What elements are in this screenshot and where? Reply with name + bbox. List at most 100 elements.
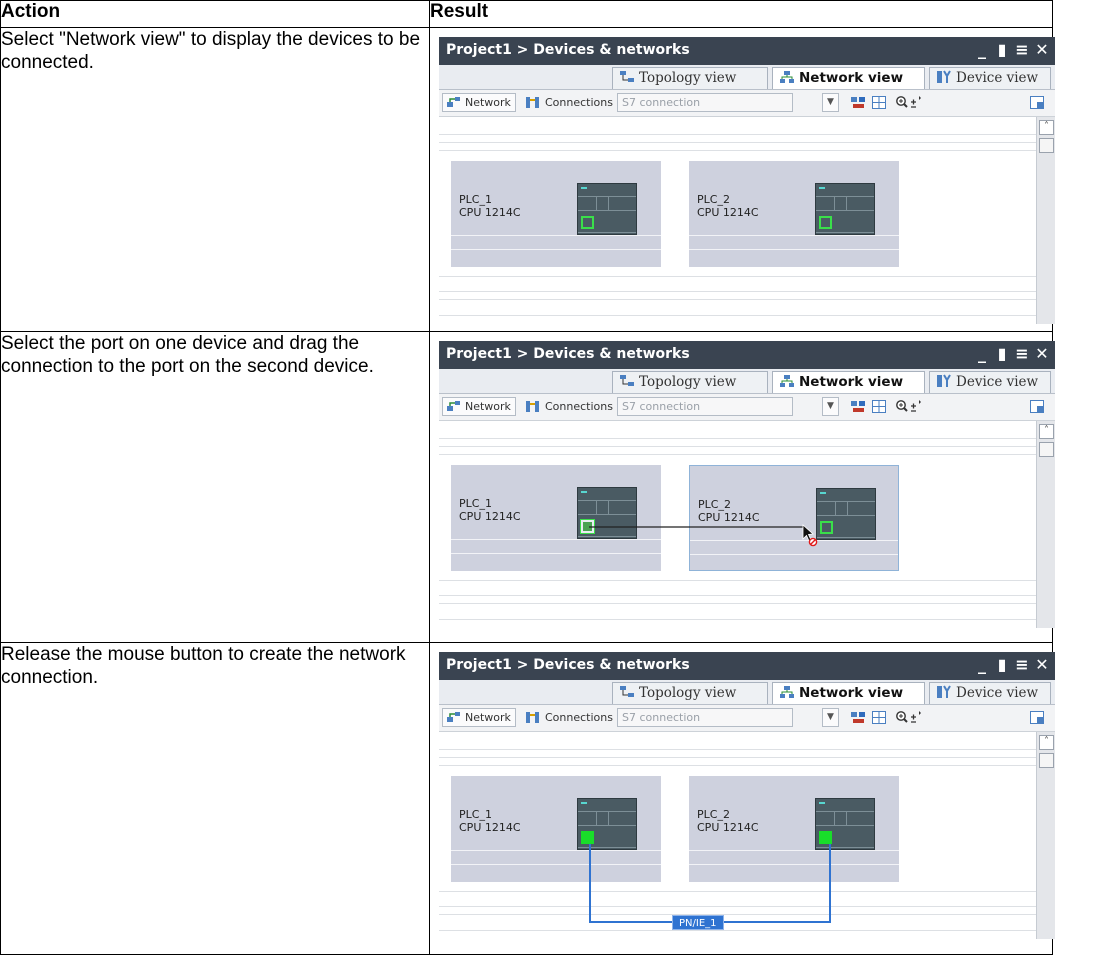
chevron-down-icon[interactable]: ▼ — [822, 708, 839, 727]
tia-portal-window: Project1 > Devices & networks _ ▮ ≡ ✕ To… — [439, 652, 1055, 939]
scrollbar-thumb[interactable] — [1039, 442, 1054, 457]
network-canvas[interactable]: PLC_1 CPU 1214C PLC_2 CPU 1214C PN/IE_1 — [439, 732, 1036, 939]
highlight-connections-icon[interactable] — [850, 710, 867, 725]
subnet-label[interactable]: PN/IE_1 — [672, 915, 724, 930]
tab-device-view[interactable]: Device view — [929, 682, 1051, 704]
scroll-up-icon[interactable]: ˄ — [1039, 424, 1054, 439]
connections-label[interactable]: Connections — [545, 400, 613, 413]
view-tabs: Topology view Network view Device view — [439, 369, 1055, 394]
tab-topology-view[interactable]: Topology view — [612, 67, 768, 89]
close-icon[interactable]: ✕ — [1035, 40, 1049, 59]
zoom-icon[interactable] — [895, 710, 921, 725]
network-toolbar: Network Connections S7 connection ▼ — [439, 705, 1055, 732]
connection-type-select[interactable]: S7 connection — [617, 708, 793, 727]
menu-icon[interactable]: ≡ — [1015, 40, 1029, 59]
connections-icon[interactable] — [524, 710, 541, 725]
connections-label[interactable]: Connections — [545, 711, 613, 724]
tab-network-view[interactable]: Network view — [772, 67, 925, 89]
highlight-connections-icon[interactable] — [850, 399, 867, 414]
scroll-up-icon[interactable]: ˄ — [1039, 120, 1054, 135]
chevron-down-icon[interactable]: ▼ — [822, 93, 839, 112]
step-1-action: Select "Network view" to display the dev… — [0, 27, 430, 332]
vertical-scrollbar[interactable]: ˄ — [1036, 117, 1055, 324]
network-canvas[interactable]: PLC_1 CPU 1214C PLC_2 CPU 1214C — [439, 421, 1036, 628]
tab-network-view[interactable]: Network view — [772, 682, 925, 704]
connections-icon[interactable] — [524, 95, 541, 110]
chevron-down-icon[interactable]: ▼ — [822, 397, 839, 416]
minimize-icon[interactable]: _ — [975, 40, 989, 59]
network-mode-icon — [447, 97, 460, 107]
canvas-gridline — [439, 134, 1036, 135]
status-led — [819, 187, 825, 189]
vertical-scrollbar[interactable]: ˄ — [1036, 732, 1055, 939]
tab-network-view[interactable]: Network view — [772, 371, 925, 393]
menu-icon[interactable]: ≡ — [1015, 655, 1029, 674]
view-tabs: Topology view Network view Device view — [439, 65, 1055, 90]
connections-label[interactable]: Connections — [545, 96, 613, 109]
device-icon — [937, 374, 951, 387]
device-plc-1[interactable]: PLC_1 CPU 1214C — [451, 161, 661, 267]
cpu-module[interactable] — [577, 183, 637, 235]
device-plc-2[interactable]: PLC_2 CPU 1214C — [689, 161, 899, 267]
canvas-gridline — [439, 276, 1036, 277]
step-2-result: Project1 > Devices & networks _ ▮ ≡ ✕ To… — [429, 331, 1055, 643]
tab-topology-view[interactable]: Topology view — [612, 682, 768, 704]
network-toolbar: Network Connections S7 connection ▼ — [439, 394, 1055, 421]
cpu-module[interactable] — [815, 183, 875, 235]
panel-toggle-icon[interactable] — [1029, 399, 1046, 414]
device-label: PLC_1 CPU 1214C — [459, 193, 521, 219]
restore-icon[interactable]: ▮ — [995, 40, 1009, 59]
canvas-gridline — [439, 291, 1036, 292]
minimize-icon[interactable]: _ — [975, 655, 989, 674]
tab-device-view[interactable]: Device view — [929, 67, 1051, 89]
network-icon — [780, 686, 794, 698]
panel-toggle-icon[interactable] — [1029, 710, 1046, 725]
zoom-icon[interactable] — [895, 95, 921, 110]
canvas-gridline — [439, 299, 1036, 300]
canvas-gridline — [439, 315, 1036, 316]
topology-icon — [620, 686, 634, 697]
connection-type-select[interactable]: S7 connection — [617, 93, 793, 112]
close-icon[interactable]: ✕ — [1035, 655, 1049, 674]
network-canvas[interactable]: PLC_1 CPU 1214C PLC_2 CPU 1214C — [439, 117, 1036, 324]
scroll-up-icon[interactable]: ˄ — [1039, 735, 1054, 750]
tia-portal-window: Project1 > Devices & networks _ ▮ ≡ ✕ To… — [439, 37, 1055, 324]
header-result: Result — [429, 0, 1053, 28]
close-icon[interactable]: ✕ — [1035, 344, 1049, 363]
device-icon — [937, 70, 951, 83]
scrollbar-thumb[interactable] — [1039, 753, 1054, 768]
grid-table-icon[interactable] — [871, 399, 888, 414]
device-name: PLC_1 — [459, 193, 492, 206]
panel-toggle-icon[interactable] — [1029, 95, 1046, 110]
network-button[interactable]: Network — [442, 93, 516, 112]
step-3-action: Release the mouse button to create the n… — [0, 642, 430, 955]
window-title: Project1 > Devices & networks — [446, 42, 690, 58]
vertical-scrollbar[interactable]: ˄ — [1036, 421, 1055, 628]
subnet-line[interactable] — [439, 732, 1036, 939]
restore-icon[interactable]: ▮ — [995, 344, 1009, 363]
canvas-gridline — [439, 150, 1036, 151]
grid-table-icon[interactable] — [871, 95, 888, 110]
scrollbar-thumb[interactable] — [1039, 138, 1054, 153]
tab-device-view[interactable]: Device view — [929, 371, 1051, 393]
highlight-connections-icon[interactable] — [850, 95, 867, 110]
profinet-port[interactable] — [819, 216, 832, 229]
grid-table-icon[interactable] — [871, 710, 888, 725]
zoom-icon[interactable] — [895, 399, 921, 414]
network-button[interactable]: Network — [442, 708, 516, 727]
restore-icon[interactable]: ▮ — [995, 655, 1009, 674]
connections-icon[interactable] — [524, 399, 541, 414]
network-icon — [780, 71, 794, 83]
window-title: Project1 > Devices & networks — [446, 657, 690, 673]
menu-icon[interactable]: ≡ — [1015, 344, 1029, 363]
tab-topology-view[interactable]: Topology view — [612, 371, 768, 393]
status-led — [581, 187, 587, 189]
minimize-icon[interactable]: _ — [975, 344, 989, 363]
profinet-port[interactable] — [581, 216, 594, 229]
network-button[interactable]: Network — [442, 397, 516, 416]
device-name: PLC_2 — [697, 193, 730, 206]
connection-type-select[interactable]: S7 connection — [617, 397, 793, 416]
header-action: Action — [0, 0, 430, 28]
window-title: Project1 > Devices & networks — [446, 346, 690, 362]
network-icon — [780, 375, 794, 387]
